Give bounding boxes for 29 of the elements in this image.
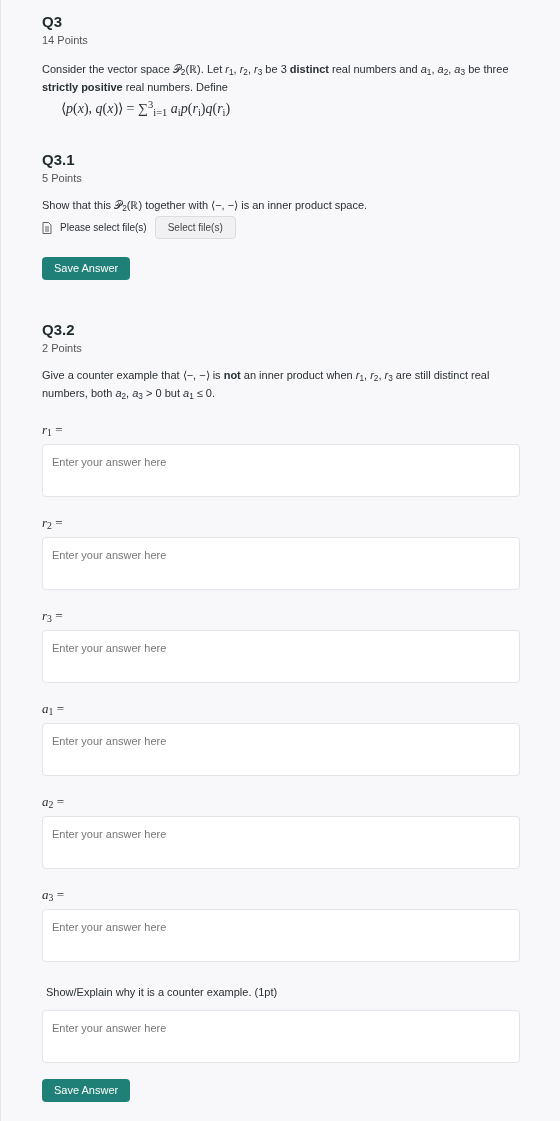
question-title: Q3 xyxy=(42,12,62,32)
question-text: Consider the vector space 𝒫$_{2}$(ℝ). Let r$_{1}$, r$_{2}$, r$_{3}$ be 3 distinct real numbers and a$_{1}$, a$_{2}$, a$_{3}$ be three strictly positive real numbers. Define xyxy=(42,62,510,95)
answer-field[interactable]: Enter your answer here xyxy=(42,444,520,497)
variable-label: a$_{1}$ = xyxy=(42,700,64,719)
variable-label: a$_{3}$ = xyxy=(42,886,64,905)
question-text: Show that this 𝒫$_{2}$(ℝ) together with ⟨−, −⟩ is an inner product space. xyxy=(42,198,369,214)
variable-label: r$_{3}$ = xyxy=(42,607,63,626)
answer-field[interactable]: Enter your answer here xyxy=(42,1010,520,1063)
answer-field[interactable]: Enter your answer here xyxy=(42,909,520,962)
document-icon xyxy=(42,221,52,234)
formula: ⟨p(x), q(x)⟩ = ∑$^{3}$$_{i=1}$ a$_{i}$p(r$_{i}$)q(r$_{i}$) xyxy=(61,99,231,119)
answer-field[interactable]: Enter your answer here xyxy=(42,630,520,683)
save-answer-button[interactable]: Save Answer xyxy=(42,1079,131,1102)
file-status: Please select file(s) xyxy=(60,221,147,235)
explain-label: Show/Explain why it is a counter example. (1pt) xyxy=(46,985,278,1000)
save-answer-button[interactable]: Save Answer xyxy=(42,257,131,280)
variable-label: r$_{1}$ = xyxy=(42,421,63,440)
variable-label: a$_{2}$ = xyxy=(42,793,64,812)
points-label: 2 Points xyxy=(42,341,82,356)
answer-field[interactable]: Enter your answer here xyxy=(42,816,520,869)
select-files-button[interactable]: Select file(s) xyxy=(154,216,236,239)
answer-field[interactable]: Enter your answer here xyxy=(42,723,520,776)
question-title: Q3.2 xyxy=(42,320,75,340)
points-label: 14 Points xyxy=(42,33,88,48)
points-label: 5 Points xyxy=(42,171,82,186)
question-text: Give a counter example that ⟨−, −⟩ is not an inner product when r$_{1}$, r$_{2}$, r$_{3}$ are still distinct real numbers, both a$_{2}$, a$_{3}$ > 0 but a$_{1}$ ≤ 0. xyxy=(42,368,491,402)
question-title: Q3.1 xyxy=(42,150,75,170)
answer-field[interactable]: Enter your answer here xyxy=(42,537,520,590)
variable-label: r$_{2}$ = xyxy=(42,514,63,533)
